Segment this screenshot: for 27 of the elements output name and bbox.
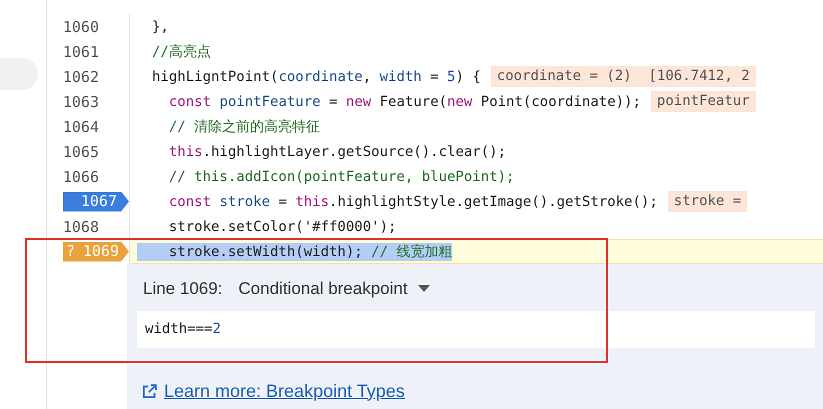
inline-value: pointFeatur [650,91,756,112]
inline-value: stroke = [668,191,748,212]
code-line: this.highlightLayer.getSource().clear(); [168,142,506,160]
external-link-icon [141,382,158,400]
condition-field[interactable]: width===2 [137,310,815,348]
code-line: const stroke = this.highlightStyle.getImage().getStroke(); [168,192,658,210]
line-number[interactable]: 1066 [62,168,129,186]
code-line: // 清除之前的高亮特征 [168,118,320,136]
breakpoint-type-dropdown[interactable]: Conditional breakpoint [238,276,430,302]
breakpoint-marker[interactable]: 1067 [63,192,129,212]
inline-value: coordinate = (2) [106.7412, 2 [490,66,756,87]
line-number[interactable]: 1060 [62,18,129,36]
caret-icon [418,285,430,292]
line-number[interactable]: 1065 [62,142,129,160]
code-line: }, [152,18,169,36]
line-number[interactable]: 1068 [62,218,129,236]
code-line: //高亮点 [152,42,211,60]
learn-more-link[interactable]: Learn more: Breakpoint Types [164,378,405,404]
line-number[interactable]: 1061 [62,42,129,60]
line-label: Line 1069: [143,278,222,300]
line-number[interactable]: 1063 [62,92,129,110]
code-line: highLigntPoint(coordinate, width = 5) { [152,68,481,86]
code-line: // this.addIcon(pointFeature, bluePoint); [168,168,514,186]
code-line: stroke.setColor('#ff0000'); [168,218,396,236]
line-number[interactable]: 1062 [62,68,129,86]
line-number[interactable]: 1064 [62,118,129,136]
code-line: const pointFeature = new Feature(new Point(coordinate)); [168,92,641,110]
